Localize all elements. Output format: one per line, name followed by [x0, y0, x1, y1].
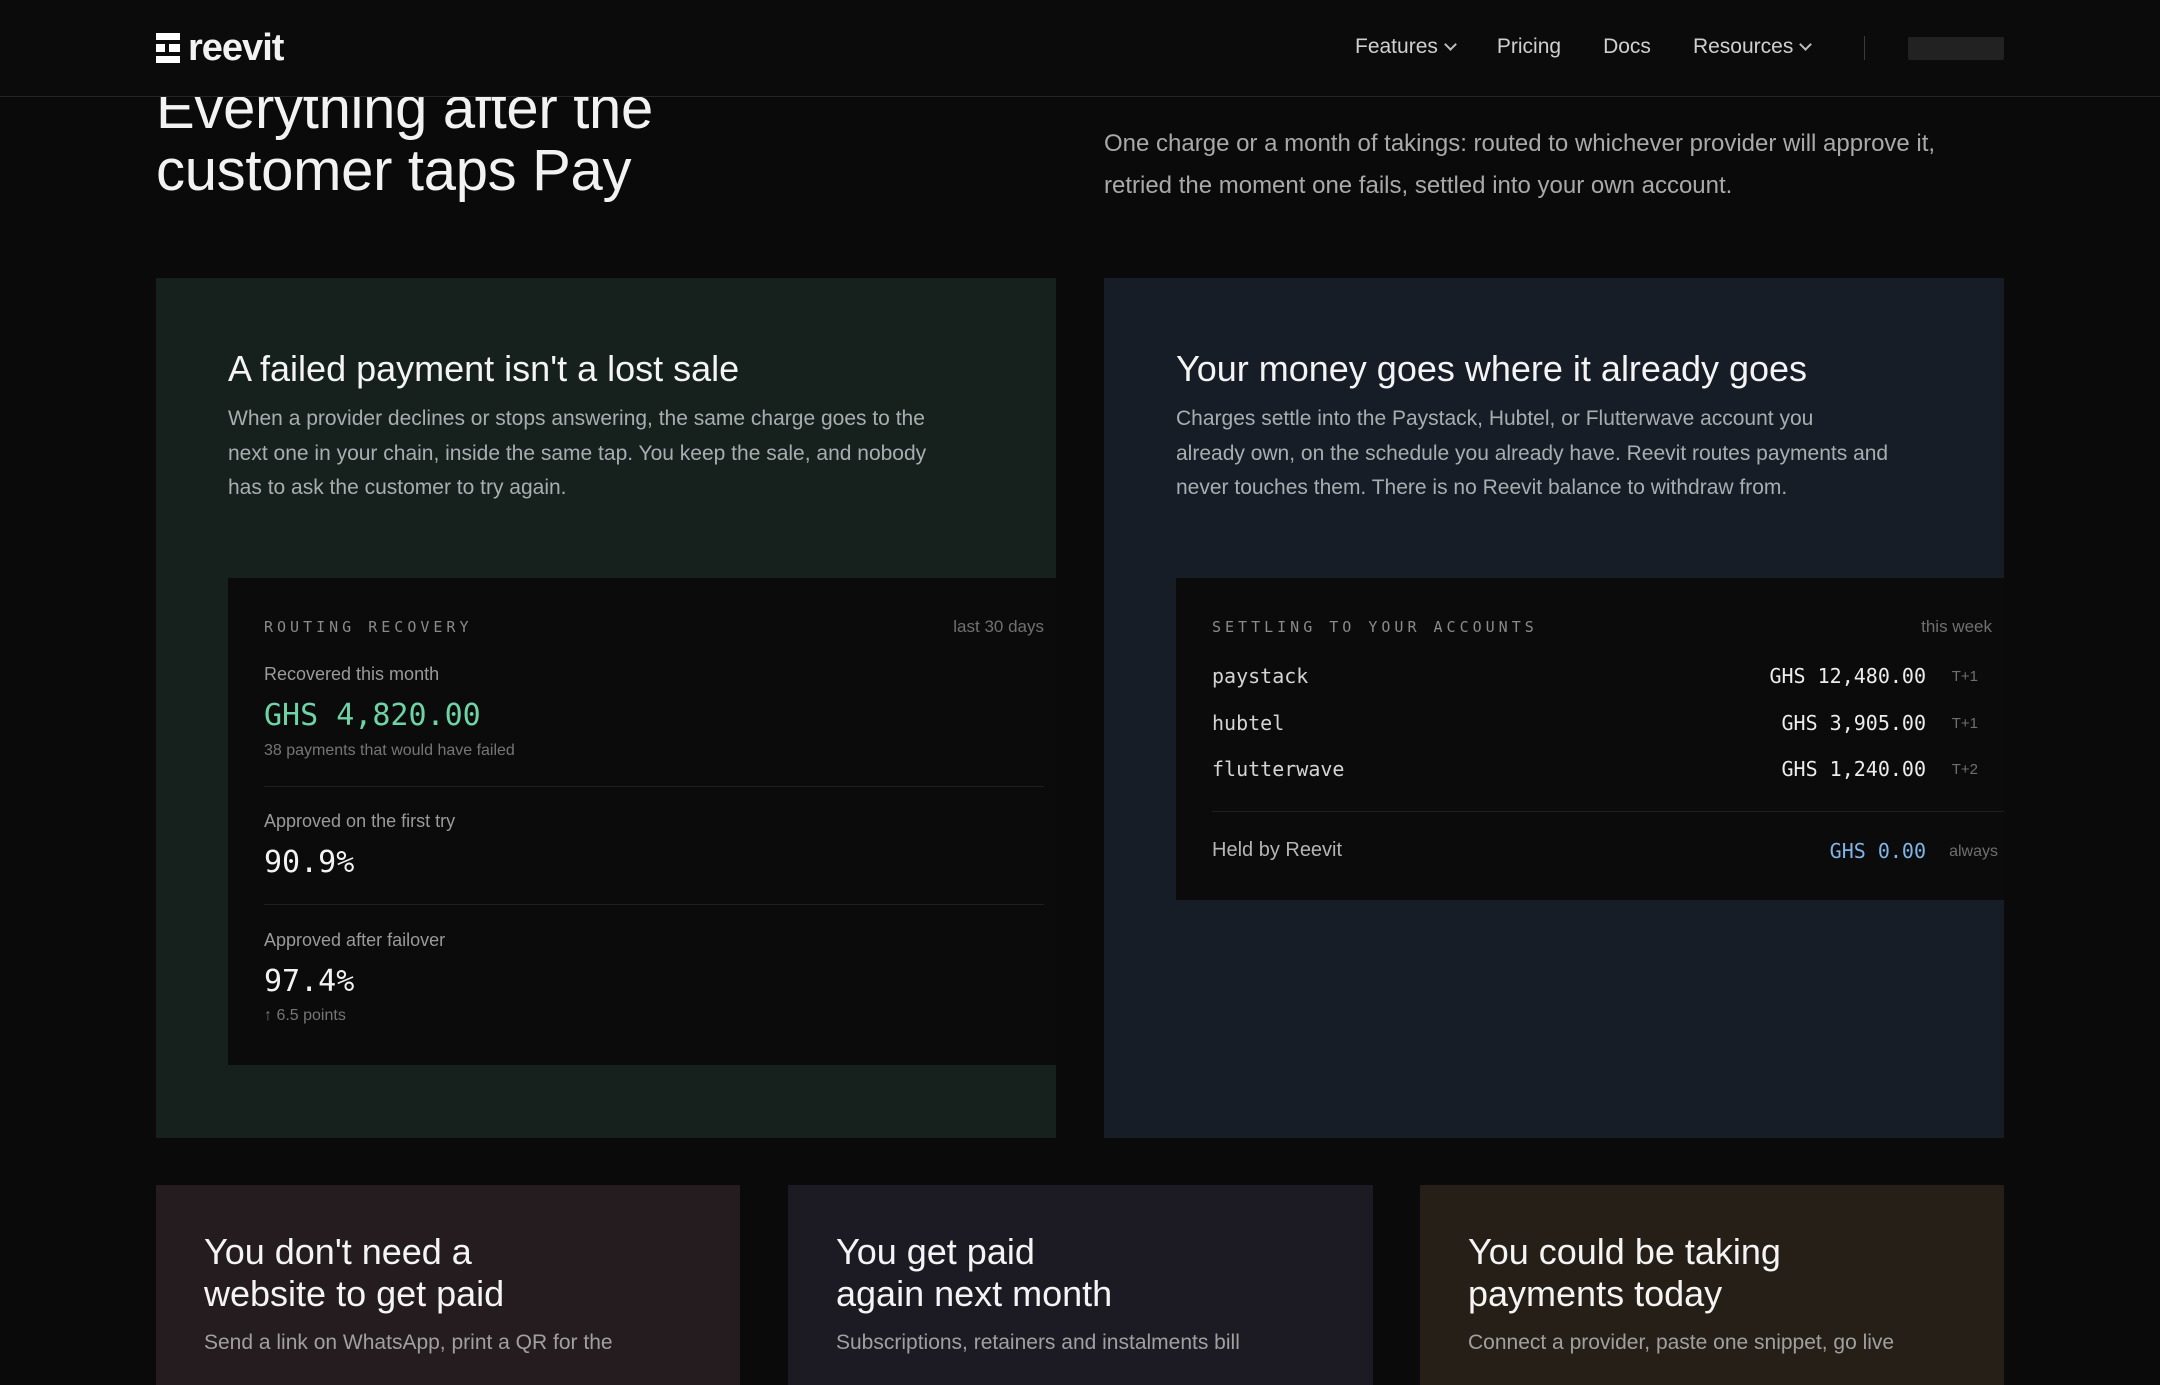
nav-resources-label: Resources [1692, 35, 1794, 58]
nav-docs-label: Docs [1603, 35, 1651, 58]
settlement-card-description: Charges settle into the Paystack, Hubtel… [1176, 402, 1936, 506]
recovery-desc-line2: next one in your chain, inside the same … [228, 441, 927, 465]
settlement-term: T+2 [1951, 761, 1978, 778]
provider-name: hubtel [1212, 711, 1285, 735]
recovery-card: A failed payment isn't a lost sale When … [156, 278, 1056, 1138]
recovered-value: GHS 4,820.00 [264, 698, 481, 733]
routing-recovery-panel: ROUTING RECOVERY last 30 days Recovered … [228, 578, 1056, 1065]
feature-card-today: You could be taking payments today Conne… [1420, 1185, 2004, 1385]
feature-title-line2: website to get paid [204, 1273, 505, 1314]
failover-label: Approved after failover [264, 930, 446, 950]
settlement-amount: GHS 12,480.00 [1769, 664, 1926, 688]
feature-card-recurring: You get paid again next month Subscripti… [788, 1185, 1373, 1385]
settlement-card: Your money goes where it already goes Ch… [1104, 278, 2004, 1138]
nav-docs[interactable]: Docs [1603, 35, 1651, 59]
failover-value: 97.4% [264, 964, 355, 999]
recovered-label: Recovered this month [264, 664, 440, 684]
feature-card-title: You don't need a website to get paid [204, 1231, 504, 1315]
divider [264, 904, 1044, 905]
settlement-amount: GHS 3,905.00 [1781, 711, 1927, 735]
settlement-term: T+1 [1951, 668, 1978, 685]
failover-delta: ↑ 6.5 points [264, 1007, 346, 1024]
brand-name: reevit [188, 27, 284, 69]
settlement-panel: SETTLING TO YOUR ACCOUNTS this week pays… [1176, 578, 2004, 900]
divider [264, 786, 1044, 787]
provider-name: flutterwave [1212, 757, 1345, 781]
panel-period: this week [1921, 617, 1992, 636]
settlement-amount: GHS 1,240.00 [1781, 757, 1927, 781]
panel-period: last 30 days [953, 617, 1044, 636]
held-row: Held by Reevit GHS 0.00 always [1212, 839, 2004, 869]
settlement-card-title: Your money goes where it already goes [1176, 348, 1808, 389]
chevron-down-icon [1799, 38, 1813, 51]
nav-cta-button[interactable] [1908, 37, 2004, 60]
recovery-desc-line1: When a provider declines or stops answer… [228, 407, 925, 430]
settlement-term: T+1 [1951, 715, 1978, 732]
hero-desc-line1: One charge or a month of takings: routed… [1104, 130, 1936, 157]
held-value: GHS 0.00 [1829, 839, 1926, 863]
settlement-row: paystack GHS 12,480.00 T+1 [1212, 664, 2004, 694]
settlement-desc-line2: already own, on the schedule you already… [1176, 441, 1889, 465]
feature-card-no-website: You don't need a website to get paid Sen… [156, 1185, 740, 1385]
chevron-down-icon [1444, 38, 1457, 51]
nav-pricing[interactable]: Pricing [1497, 35, 1561, 59]
first-try-value: 90.9% [264, 845, 355, 880]
provider-name: paystack [1212, 664, 1309, 688]
hero-title-line2: customer taps Pay [156, 138, 632, 203]
recovered-sub: 38 payments that would have failed [264, 742, 515, 759]
recovery-card-description: When a provider declines or stops answer… [228, 402, 988, 506]
feature-title-line1: You could be taking [1468, 1231, 1781, 1272]
feature-title-line1: You get paid [836, 1231, 1035, 1272]
first-try-label: Approved on the first try [264, 811, 456, 831]
feature-card-description: Connect a provider, paste one snippet, g… [1468, 1331, 1895, 1354]
held-label: Held by Reevit [1212, 839, 1343, 861]
brand-logo[interactable]: reevit [156, 27, 284, 69]
nav-features[interactable]: Features [1355, 35, 1457, 59]
settlement-row: flutterwave GHS 1,240.00 T+2 [1212, 757, 2004, 787]
feature-card-description: Send a link on WhatsApp, print a QR for … [204, 1331, 613, 1354]
feature-card-title: You get paid again next month [836, 1231, 1112, 1315]
held-term: always [1949, 843, 1998, 860]
feature-title-line2: payments today [1468, 1273, 1723, 1314]
divider [1212, 811, 2004, 812]
hero-description: One charge or a month of takings: routed… [1104, 123, 2009, 207]
feature-title-line2: again next month [836, 1273, 1113, 1314]
settlement-desc-line1: Charges settle into the Paystack, Hubtel… [1176, 407, 1814, 430]
top-nav: reevit Features Pricing Docs Resources [0, 0, 2160, 97]
nav-features-label: Features [1355, 35, 1438, 58]
hero-desc-line2: retried the moment one fails, settled in… [1104, 172, 1733, 199]
nav-resources[interactable]: Resources [1692, 35, 1813, 59]
recovery-desc-line3: has to ask the customer to try again. [228, 476, 567, 499]
reevit-logo-icon [156, 33, 180, 63]
panel-label: ROUTING RECOVERY [264, 618, 473, 636]
nav-pricing-label: Pricing [1496, 35, 1562, 58]
nav-divider [1864, 36, 1865, 60]
settlement-desc-line3: never touches them. There is no Reevit b… [1176, 476, 1788, 499]
settlement-row: hubtel GHS 3,905.00 T+1 [1212, 711, 2004, 741]
feature-card-title: You could be taking payments today [1468, 1231, 1781, 1315]
panel-label: SETTLING TO YOUR ACCOUNTS [1212, 618, 1538, 636]
feature-title-line1: You don't need a [204, 1231, 472, 1272]
nav-links: Features Pricing Docs Resources [1355, 35, 1852, 59]
recovery-card-title: A failed payment isn't a lost sale [228, 348, 740, 389]
feature-card-description: Subscriptions, retainers and instalments… [836, 1331, 1240, 1354]
